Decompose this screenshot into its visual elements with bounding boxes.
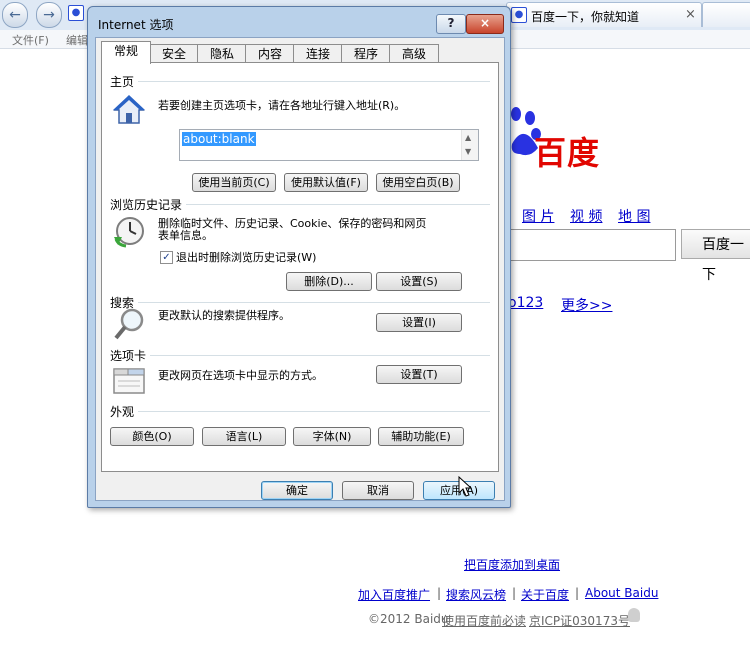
history-settings-button[interactable]: 设置(S) — [376, 272, 462, 291]
use-current-button[interactable]: 使用当前页(C) — [192, 173, 276, 192]
footer-link-ads[interactable]: 加入百度推广 — [358, 586, 430, 603]
baidu-link-hao123[interactable]: o123 — [508, 295, 543, 311]
tab-title: 百度一下，你就知道 — [531, 10, 640, 24]
police-badge-icon — [628, 608, 640, 622]
baidu-search-input[interactable] — [508, 229, 676, 261]
history-description-line2: 表单信息。 — [158, 229, 213, 242]
section-divider — [110, 302, 490, 303]
back-button[interactable]: ← — [2, 2, 28, 28]
tabs-settings-button[interactable]: 设置(T) — [376, 365, 462, 384]
use-default-button[interactable]: 使用默认值(F) — [284, 173, 368, 192]
checkmark-icon: ✓ — [162, 252, 171, 263]
copyright-text: ©2012 Baidu — [368, 612, 449, 626]
homepage-scrollbar[interactable]: ▲ ▼ — [461, 130, 478, 160]
internet-options-dialog: Internet 选项 ? × 常规 安全 隐私 内容 连接 程序 高级 主页 … — [87, 6, 511, 508]
section-divider — [110, 81, 490, 82]
tab-security[interactable]: 安全 — [149, 44, 199, 63]
tabs-description: 更改网页在选项卡中显示的方式。 — [158, 369, 323, 382]
delete-history-button[interactable]: 删除(D)... — [286, 272, 372, 291]
section-divider — [110, 355, 490, 356]
tab-general[interactable]: 常规 — [101, 41, 151, 64]
add-to-desktop-link[interactable]: 把百度添加到桌面 — [464, 556, 560, 573]
footer-separator: | — [437, 586, 442, 600]
tab-advanced[interactable]: 高级 — [389, 44, 439, 63]
baidu-search-button[interactable]: 百度一下 — [681, 229, 750, 283]
footer-link-ranking[interactable]: 搜索风云榜 — [446, 586, 506, 603]
footer-link-about[interactable]: 关于百度 — [521, 586, 569, 603]
back-arrow-icon: ← — [9, 7, 21, 23]
tab-close-icon[interactable]: × — [685, 7, 696, 22]
close-icon: × — [479, 16, 491, 30]
general-tab-panel: 主页 若要创建主页选项卡，请在各地址行键入地址(R)。 about:blank … — [101, 62, 499, 472]
section-divider — [110, 411, 490, 412]
home-icon — [113, 95, 145, 124]
colors-button[interactable]: 颜色(O) — [110, 427, 194, 446]
search-settings-button[interactable]: 设置(I) — [376, 313, 462, 332]
tab-privacy[interactable]: 隐私 — [197, 44, 247, 63]
footer-separator: | — [512, 586, 517, 600]
dialog-title: Internet 选项 — [98, 18, 174, 32]
history-clock-icon — [114, 217, 144, 248]
history-section-title: 浏览历史记录 — [110, 196, 187, 213]
accessibility-button[interactable]: 辅助功能(E) — [378, 427, 464, 446]
tab-content[interactable]: 内容 — [245, 44, 295, 63]
delete-on-exit-checkbox[interactable]: ✓ — [160, 251, 173, 264]
fonts-button[interactable]: 字体(N) — [293, 427, 371, 446]
cancel-button[interactable]: 取消 — [342, 481, 414, 500]
homepage-address-value: about:blank — [182, 132, 256, 146]
baidu-favicon-icon: ● — [68, 5, 84, 21]
mouse-cursor-icon — [458, 476, 472, 497]
baidu-link-more[interactable]: 更多>> — [561, 295, 612, 315]
footer-separator: | — [575, 586, 580, 600]
menu-edit[interactable]: 编辑 — [66, 32, 88, 48]
homepage-address-textarea[interactable]: about:blank ▲ ▼ — [179, 129, 479, 161]
menu-file[interactable]: 文件(F) — [12, 32, 49, 48]
ok-button[interactable]: 确定 — [261, 481, 333, 500]
delete-on-exit-label[interactable]: 退出时删除浏览历史记录(W) — [176, 251, 316, 264]
baidu-link-video[interactable]: 视 频 — [570, 206, 602, 226]
baidu-favicon-icon: ● — [511, 7, 527, 23]
magnifier-icon — [114, 308, 144, 340]
homepage-section-title: 主页 — [110, 73, 139, 90]
help-button[interactable]: ? — [436, 14, 466, 34]
baidu-logo: 百度 — [534, 134, 601, 172]
tab-programs[interactable]: 程序 — [341, 44, 391, 63]
languages-button[interactable]: 语言(L) — [202, 427, 286, 446]
baidu-link-images[interactable]: 图 片 — [522, 206, 554, 226]
appearance-section-title: 外观 — [110, 403, 139, 420]
terms-link[interactable]: 使用百度前必读 — [442, 612, 526, 629]
tabs-window-icon — [113, 368, 145, 394]
tabs-section-title: 选项卡 — [110, 347, 151, 364]
forward-button[interactable]: → — [36, 2, 62, 28]
forward-arrow-icon: → — [43, 7, 55, 23]
browser-tab-baidu[interactable]: ● 百度一下，你就知道 × — [506, 2, 702, 27]
scroll-down-icon[interactable]: ▼ — [465, 147, 471, 156]
footer-link-about-en[interactable]: About Baidu — [585, 586, 658, 600]
tab-connections[interactable]: 连接 — [293, 44, 343, 63]
use-blank-button[interactable]: 使用空白页(B) — [376, 173, 460, 192]
dialog-client-area: 常规 安全 隐私 内容 连接 程序 高级 主页 若要创建主页选项卡，请在各地址行… — [95, 37, 505, 501]
baidu-link-map[interactable]: 地 图 — [618, 206, 650, 226]
scroll-up-icon[interactable]: ▲ — [465, 133, 471, 142]
homepage-description: 若要创建主页选项卡，请在各地址行键入地址(R)。 — [158, 99, 406, 112]
icp-link[interactable]: 京ICP证030173号 — [529, 612, 630, 629]
close-button[interactable]: × — [466, 14, 504, 34]
help-icon: ? — [447, 16, 455, 30]
search-description: 更改默认的搜索提供程序。 — [158, 309, 290, 322]
new-tab-button[interactable] — [702, 2, 750, 27]
